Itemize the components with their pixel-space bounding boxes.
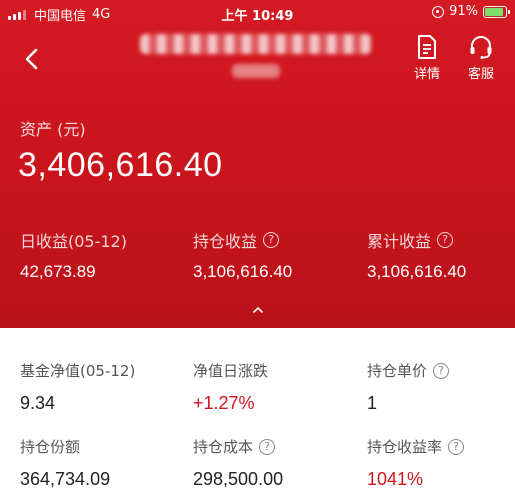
holding-income-label: 持仓收益 (193, 232, 258, 251)
asset-label: 资产 (元) (20, 120, 86, 139)
back-button[interactable] (16, 42, 50, 76)
nav-daily-change-cell: 净值日涨跌 +1.27% (193, 360, 268, 414)
fund-nav-cell: 基金净值(05-12) 9.34 (20, 360, 135, 414)
chevron-left-icon (25, 48, 38, 70)
holding-return-rate-cell: 持仓收益率 ? 1041% (367, 436, 465, 490)
collapse-toggle[interactable] (251, 300, 265, 313)
detail-label: 详情 (413, 67, 440, 82)
cumulative-income-label: 累计收益 (367, 232, 432, 251)
holding-cost-cell: 持仓成本 ? 298,500.00 (193, 436, 283, 490)
holding-shares-label: 持仓份额 (20, 438, 81, 456)
help-icon[interactable]: ? (448, 438, 465, 455)
cumulative-income-stat: 累计收益 ? 3,106,616.40 (367, 228, 466, 282)
headset-icon (470, 36, 492, 59)
customer-service-button[interactable]: 客服 (459, 34, 503, 82)
fund-details-grid: 基金净值(05-12) 9.34 净值日涨跌 +1.27% 持仓单价 ? 1 持… (0, 328, 515, 500)
holding-income-value: 3,106,616.40 (193, 262, 293, 281)
header-panel: 中国电信 4G 上午 10:49 91% 详情 客服 资产 (元) 3,406,… (0, 0, 515, 328)
detail-button[interactable]: 详情 (405, 34, 449, 82)
holding-cost-value: 298,500.00 (193, 469, 284, 489)
help-icon[interactable]: ? (263, 232, 280, 248)
help-icon[interactable]: ? (433, 362, 450, 379)
chevron-up-icon (253, 307, 263, 313)
help-icon[interactable]: ? (259, 438, 276, 455)
holding-return-rate-value: 1041% (367, 469, 424, 489)
holding-cost-label: 持仓成本 (193, 438, 254, 456)
help-icon[interactable]: ? (437, 232, 454, 248)
customer-service-label: 客服 (467, 67, 494, 82)
nav-daily-change-label: 净值日涨跌 (193, 362, 269, 380)
page-title-redacted (140, 30, 380, 82)
holding-unit-price-label: 持仓单价 (367, 362, 428, 380)
daily-income-stat: 日收益(05-12) 42,673.89 (20, 228, 127, 282)
daily-income-value: 42,673.89 (20, 262, 96, 281)
daily-income-label: 日收益(05-12) (20, 232, 127, 251)
battery-percent: 91% (449, 4, 478, 19)
holding-income-stat: 持仓收益 ? 3,106,616.40 (193, 228, 292, 282)
holding-unit-price-cell: 持仓单价 ? 1 (367, 360, 450, 414)
holding-shares-value: 364,734.09 (20, 469, 111, 489)
status-bar: 中国电信 4G 上午 10:49 91% (0, 0, 515, 26)
holding-shares-cell: 持仓份额 364,734.09 (20, 436, 110, 490)
rotation-lock-icon (432, 5, 445, 18)
asset-value: 3,406,616.40 (18, 146, 223, 184)
battery-icon (483, 5, 510, 18)
holding-unit-price-value: 1 (367, 393, 378, 413)
nav-daily-change-value: +1.27% (193, 393, 255, 413)
holding-return-rate-label: 持仓收益率 (367, 438, 443, 456)
cumulative-income-value: 3,106,616.40 (367, 262, 467, 281)
document-icon (418, 35, 436, 59)
fund-nav-value: 9.34 (20, 393, 56, 413)
fund-nav-label: 基金净值(05-12) (20, 362, 136, 380)
